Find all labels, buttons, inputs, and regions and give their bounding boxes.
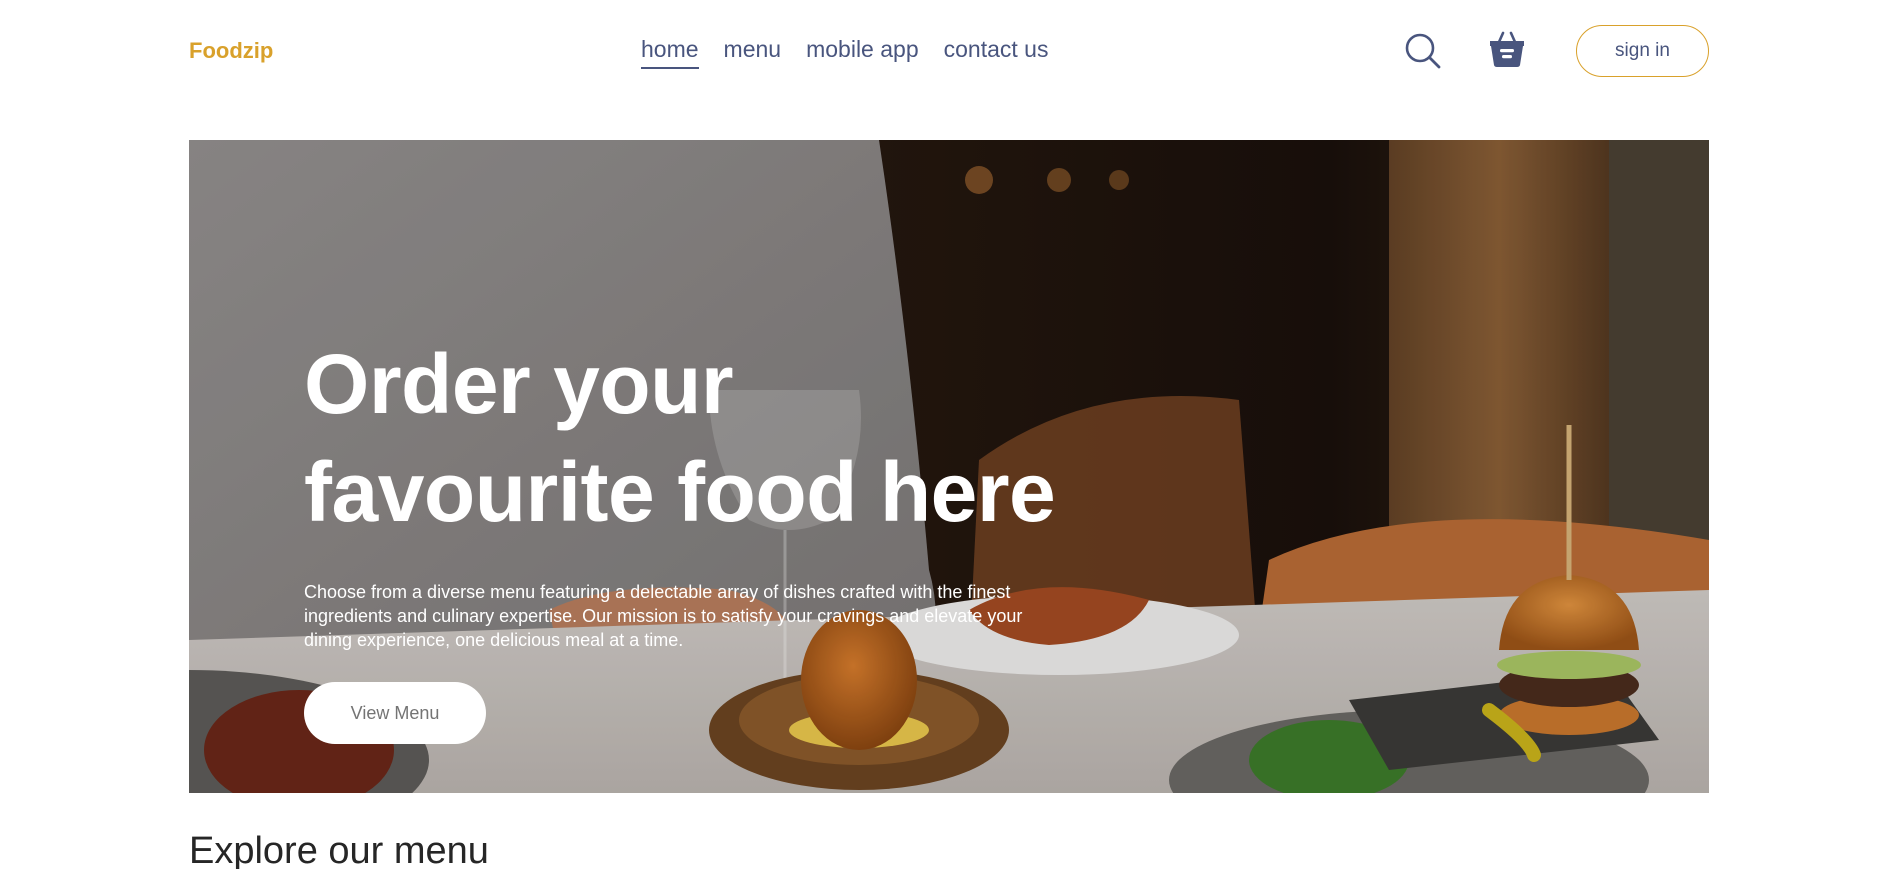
logo[interactable]: Foodzip [189, 38, 273, 64]
page: Foodzip home menu mobile app contact us … [0, 0, 1896, 869]
nav-item-mobile-app[interactable]: mobile app [806, 36, 919, 69]
hero-title: Order your favourite food here [304, 330, 1084, 546]
nav-item-home[interactable]: home [641, 36, 699, 69]
basket-icon[interactable] [1487, 30, 1527, 70]
sign-in-button[interactable]: sign in [1576, 25, 1709, 77]
nav-item-menu[interactable]: menu [724, 36, 782, 69]
hero-banner: Order your favourite food here Choose fr… [189, 140, 1709, 793]
search-icon[interactable] [1404, 32, 1442, 70]
nav-item-contact-us[interactable]: contact us [944, 36, 1049, 69]
hero-description: Choose from a diverse menu featuring a d… [304, 582, 1023, 650]
hero-title-line-1: Order your [304, 337, 734, 431]
navbar: Foodzip home menu mobile app contact us … [0, 0, 1896, 100]
explore-menu-heading: Explore our menu [189, 830, 489, 869]
nav-links: home menu mobile app contact us [641, 36, 1048, 69]
hero-content: Order your favourite food here Choose fr… [304, 330, 1084, 744]
hero-title-line-2: favourite food here [304, 445, 1056, 539]
view-menu-button[interactable]: View Menu [304, 682, 486, 744]
